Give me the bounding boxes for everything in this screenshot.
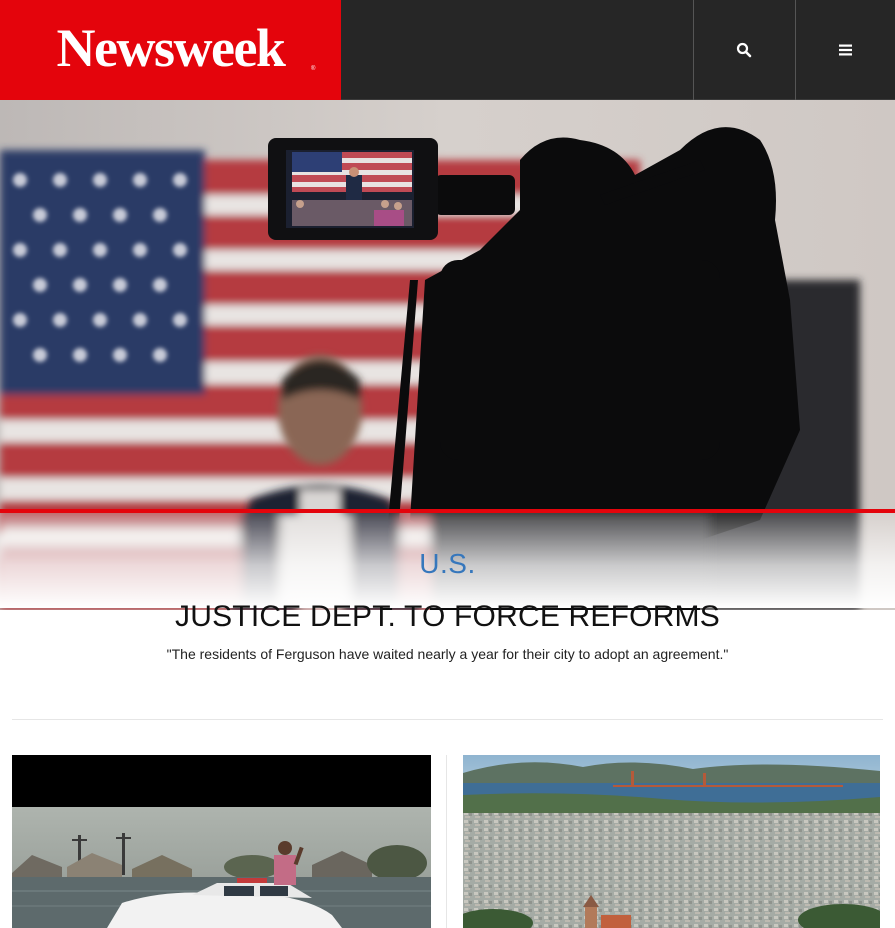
search-icon <box>736 42 752 58</box>
hamburger-menu-icon <box>839 44 852 56</box>
article-dek: "The residents of Ferguson have waited n… <box>166 646 729 662</box>
hero-accent-line <box>0 509 895 513</box>
menu-button[interactable] <box>795 0 895 100</box>
article-headline[interactable]: JUSTICE DEPT. TO FORCE REFORMS <box>0 600 895 634</box>
newsweek-logo[interactable]: Newsweek <box>0 0 341 100</box>
logo-registered-mark: ® <box>311 66 316 72</box>
story-card-flood-photo[interactable] <box>12 755 431 928</box>
site-header: Newsweek ® <box>0 0 895 100</box>
flooded-street-police-car-photo <box>12 755 431 928</box>
logo-text: Newsweek <box>56 18 286 78</box>
san-francisco-aerial-photo <box>463 755 880 928</box>
column-divider <box>446 755 447 928</box>
story-card-san-francisco-photo[interactable] <box>463 755 880 928</box>
search-button[interactable] <box>693 0 794 100</box>
article-category[interactable]: U.S. <box>0 548 895 580</box>
section-divider <box>12 719 883 720</box>
